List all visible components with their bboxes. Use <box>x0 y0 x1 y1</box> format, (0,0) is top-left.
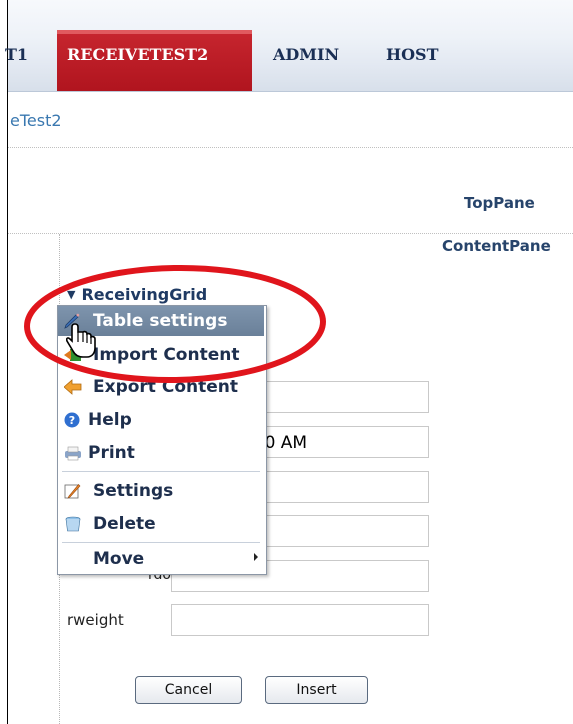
menu-separator <box>62 542 260 543</box>
svg-text:?: ? <box>69 414 75 427</box>
tab-host[interactable]: HOST <box>386 45 439 64</box>
cancel-button[interactable]: Cancel <box>135 676 242 704</box>
delete-icon <box>65 516 81 532</box>
top-pane-label: TopPane <box>464 194 535 212</box>
help-icon: ? <box>64 412 80 428</box>
submenu-arrow-icon <box>254 553 258 561</box>
active-tab-top-strip <box>57 30 252 34</box>
breadcrumb[interactable]: eTest2 <box>10 111 62 130</box>
tab-test1[interactable]: T1 <box>5 45 28 64</box>
highlight-circle-annotation <box>24 264 326 384</box>
tab-receivetest2-label: RECEIVETEST2 <box>67 45 209 64</box>
tab-admin[interactable]: ADMIN <box>273 45 339 64</box>
menu-item-delete[interactable]: Delete <box>58 509 264 539</box>
divider <box>8 233 573 234</box>
menu-item-print[interactable]: Print <box>58 438 264 468</box>
menu-separator <box>62 471 260 472</box>
field-label-weight: rweight <box>67 611 124 629</box>
menu-item-move[interactable]: Move <box>58 544 264 574</box>
breadcrumb-bar <box>8 92 573 147</box>
form-input-weight[interactable] <box>171 604 429 636</box>
tab-receivetest2-active[interactable]: RECEIVETEST2 <box>57 30 252 92</box>
print-icon <box>65 446 81 461</box>
settings-icon <box>64 484 81 499</box>
content-pane-label: ContentPane <box>442 237 551 255</box>
divider <box>8 147 573 148</box>
menu-item-help[interactable]: ? Help <box>58 405 264 435</box>
insert-button[interactable]: Insert <box>265 676 368 704</box>
menu-item-settings[interactable]: Settings <box>58 476 264 506</box>
